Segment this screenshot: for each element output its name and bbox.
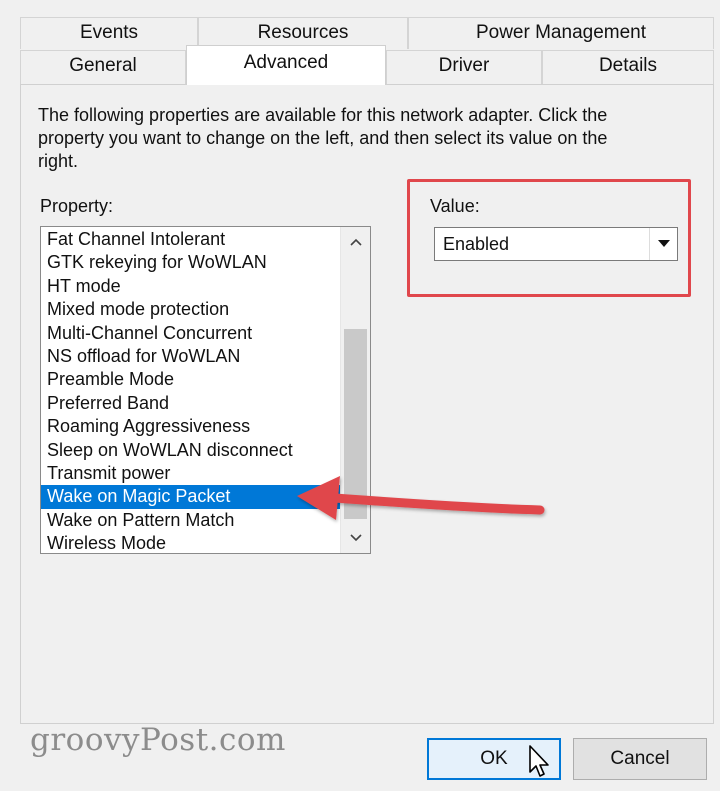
tab-power-management[interactable]: Power Management — [408, 17, 714, 49]
list-item[interactable]: Fat Channel Intolerant — [41, 228, 341, 251]
tab-details[interactable]: Details — [542, 50, 714, 84]
tab-details-label: Details — [598, 55, 658, 76]
mouse-cursor-icon — [529, 745, 549, 777]
value-highlight-box — [407, 179, 691, 297]
list-item[interactable]: Wireless Mode — [41, 532, 341, 553]
list-item[interactable]: Multi-Channel Concurrent — [41, 322, 341, 345]
chevron-up-icon[interactable] — [341, 229, 370, 255]
tab-driver-label: Driver — [438, 55, 490, 76]
tab-events[interactable]: Events — [20, 17, 198, 49]
list-item[interactable]: GTK rekeying for WoWLAN — [41, 251, 341, 274]
list-item[interactable]: Mixed mode protection — [41, 298, 341, 321]
tab-general-label: General — [69, 55, 137, 76]
cancel-button[interactable]: Cancel — [573, 738, 707, 780]
list-item[interactable]: Wake on Pattern Match — [41, 509, 341, 532]
list-item[interactable]: HT mode — [41, 275, 341, 298]
list-item[interactable]: Roaming Aggressiveness — [41, 415, 341, 438]
property-listbox[interactable]: Fat Channel Intolerant GTK rekeying for … — [40, 226, 371, 554]
groovypost-watermark: groovyPost.com — [30, 722, 286, 758]
property-label: Property: — [40, 196, 114, 216]
list-item-selected[interactable]: Wake on Magic Packet — [41, 485, 341, 509]
ok-button-label: OK — [480, 748, 508, 769]
tab-general[interactable]: General — [20, 50, 186, 84]
description-text: The following properties are available f… — [38, 105, 608, 171]
tab-power-management-label: Power Management — [475, 22, 647, 43]
list-item[interactable]: NS offload for WoWLAN — [41, 345, 341, 368]
tab-advanced-label: Advanced — [243, 52, 329, 73]
list-item[interactable]: Preamble Mode — [41, 368, 341, 391]
cancel-button-label: Cancel — [610, 748, 670, 769]
tab-resources-label: Resources — [257, 22, 349, 43]
property-scrollbar[interactable] — [340, 227, 370, 553]
tab-events-label: Events — [79, 22, 139, 43]
scrollbar-thumb[interactable] — [344, 329, 367, 519]
property-list: Fat Channel Intolerant GTK rekeying for … — [41, 228, 341, 553]
list-item[interactable]: Preferred Band — [41, 392, 341, 415]
tab-advanced[interactable]: Advanced — [186, 45, 386, 85]
chevron-down-icon[interactable] — [341, 525, 370, 551]
list-item[interactable]: Transmit power — [41, 462, 341, 485]
list-item[interactable]: Sleep on WoWLAN disconnect — [41, 439, 341, 462]
tab-driver[interactable]: Driver — [386, 50, 542, 84]
